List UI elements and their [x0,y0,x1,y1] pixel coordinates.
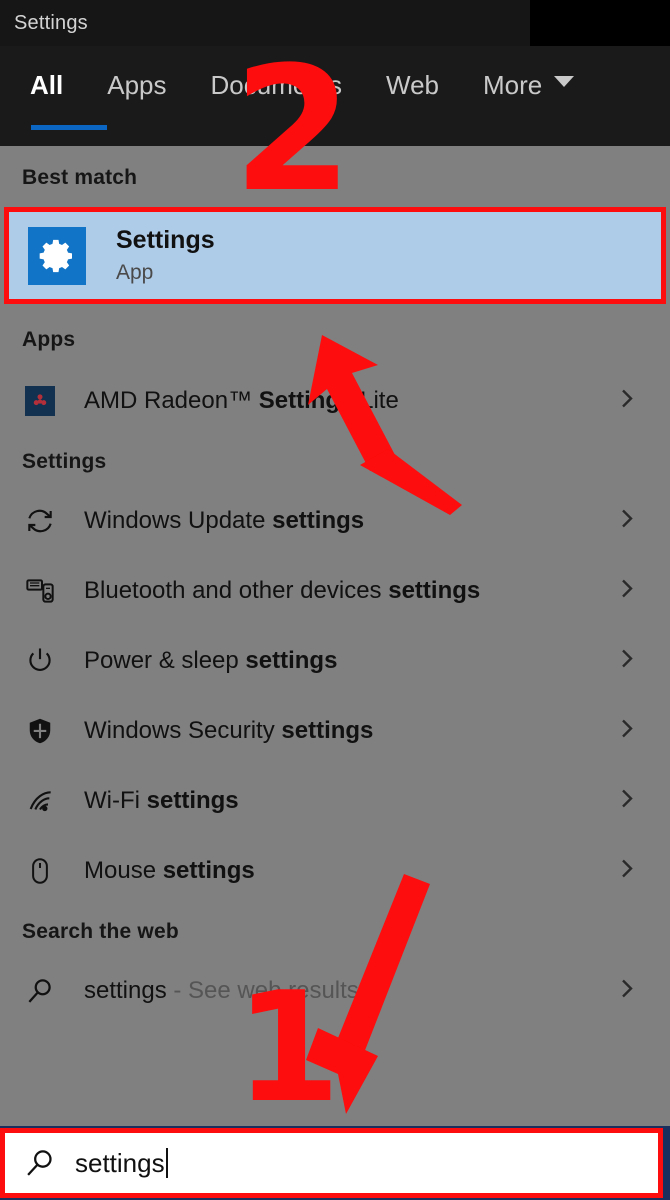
result-label-plain: Power & sleep [84,647,246,674]
amd-logo-icon [22,383,58,419]
window-title: Settings [14,12,88,34]
result-bluetooth-settings[interactable]: Bluetooth and other devices settings [0,556,670,626]
chevron-right-icon[interactable] [617,715,637,748]
tab-more[interactable]: More [483,70,575,101]
section-header-best-match: Best match [22,166,138,189]
result-label-plain: Wi-Fi [84,787,147,814]
result-label-plain: Windows Update [84,507,273,534]
chevron-right-icon[interactable] [617,975,637,1008]
result-label-plain: Bluetooth and other devices [84,577,389,604]
result-mouse-settings[interactable]: Mouse settings [0,836,670,906]
result-label: Windows Security settings [84,717,373,745]
result-label: AMD Radeon™ Settings Lite [84,387,399,415]
tab-documents[interactable]: Documents [211,70,343,101]
windows-search-panel: Settings All Apps Documents Web More Bes… [0,0,670,1200]
chevron-right-icon[interactable] [617,645,637,678]
gear-icon [28,226,86,285]
text-cursor [165,1147,168,1178]
best-match-group: Settings App [0,207,670,304]
refresh-icon [22,503,58,539]
result-label-bold: settings [162,857,255,884]
chevron-right-icon[interactable] [617,505,637,538]
mouse-icon [22,853,58,889]
chevron-right-icon[interactable] [617,575,637,608]
tab-list: All Apps Documents Web More [30,70,575,130]
result-label-bold: settings [245,647,338,674]
result-label-tail: Lite [353,387,399,414]
results-panel: Best match Settings App Apps AMD Radeon™… [0,146,670,1126]
chevron-right-icon[interactable] [617,385,637,418]
result-label: Power & sleep settings [84,647,337,675]
result-label-bold: Settings [258,387,354,414]
shield-icon [22,713,58,749]
section-header-search-the-web: Search the web [22,920,179,943]
wifi-icon [22,783,58,819]
chevron-right-icon[interactable] [617,855,637,888]
section-header-apps: Apps [22,328,76,351]
tab-all[interactable]: All [30,70,108,130]
result-label-bold: settings [281,717,374,744]
tab-apps[interactable]: Apps [107,70,166,101]
result-web-search-settings[interactable]: settings - See web results [0,956,670,1026]
best-match-text: Settings App [116,226,215,285]
power-icon [22,643,58,679]
search-box[interactable]: settings [0,1128,663,1198]
result-wifi-settings[interactable]: Wi-Fi settings [0,766,670,836]
result-amd-radeon-settings[interactable]: AMD Radeon™ Settings Lite [0,366,670,436]
tab-more-label: More [483,70,543,100]
result-power-sleep-settings[interactable]: Power & sleep settings [0,626,670,696]
section-header-settings: Settings [22,450,107,473]
result-label: Wi-Fi settings [84,787,239,815]
tabbar: All Apps Documents Web More [0,46,670,146]
bluetooth-device-icon [22,573,58,609]
result-label-bold: settings [272,507,365,534]
chevron-down-icon [554,76,575,87]
tab-web[interactable]: Web [386,70,439,101]
result-windows-security-settings[interactable]: Windows Security settings [0,696,670,766]
search-icon [5,1146,75,1180]
best-match-title: Settings [116,226,215,254]
result-label: Bluetooth and other devices settings [84,577,480,605]
result-label-plain: AMD Radeon™ [84,387,259,414]
result-label-plain: settings [84,977,167,1004]
search-input-value: settings [75,1147,165,1178]
result-label-plain: Mouse [84,857,163,884]
result-windows-update-settings[interactable]: Windows Update settings [0,486,670,556]
best-match-subtitle: App [116,261,154,284]
titlebar: Settings [0,0,670,46]
result-label: Windows Update settings [84,507,364,535]
result-label-tail: - See web results [166,977,359,1004]
search-icon [22,973,58,1009]
search-input[interactable]: settings [75,1147,168,1179]
titlebar-dark-region [530,0,670,46]
result-settings-app[interactable]: Settings App [4,207,666,304]
result-label: settings - See web results [84,977,359,1005]
result-label: Mouse settings [84,857,255,885]
result-label-bold: settings [146,787,239,814]
result-label-bold: settings [388,577,481,604]
chevron-right-icon[interactable] [617,785,637,818]
result-label-plain: Windows Security [84,717,282,744]
